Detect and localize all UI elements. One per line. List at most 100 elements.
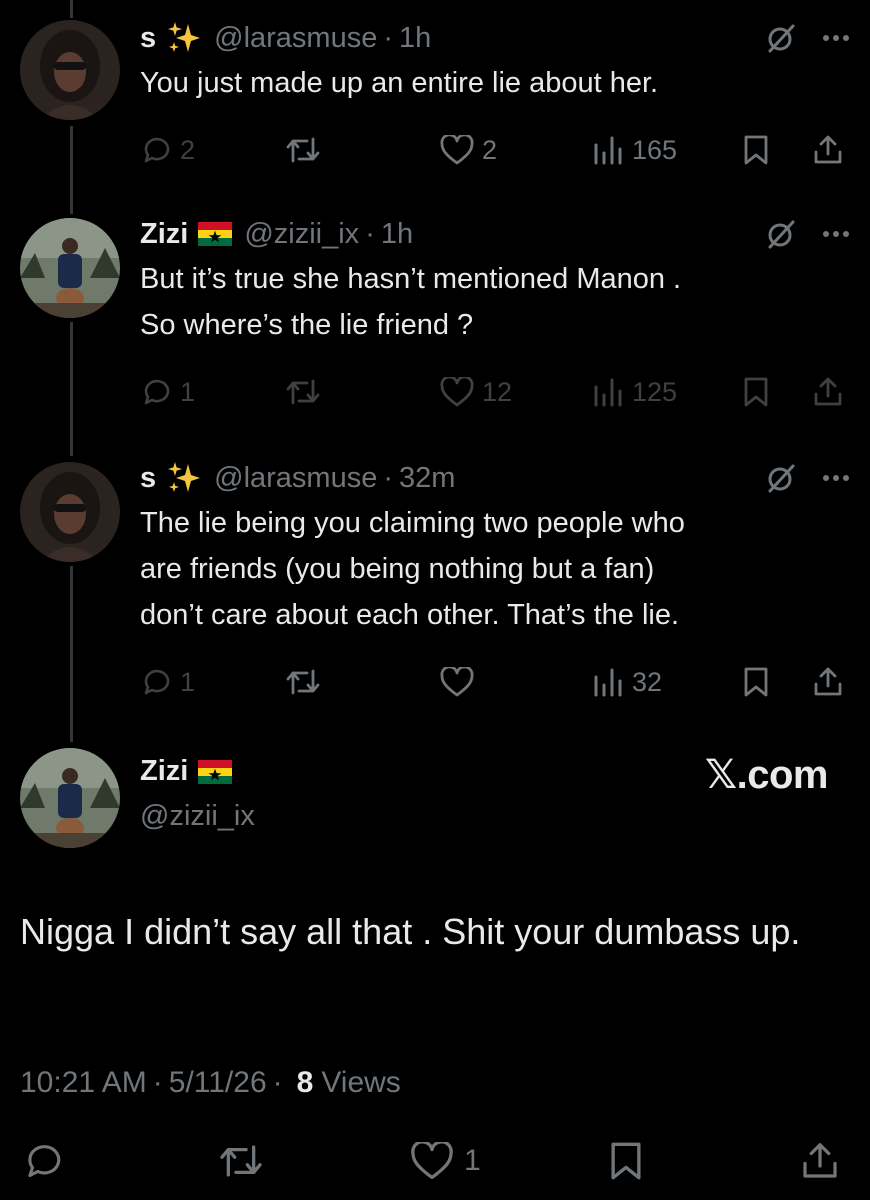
thread-line (70, 0, 73, 18)
tweet-header: s @larasmuse · 32m (140, 458, 850, 498)
more-options-icon[interactable] (822, 34, 850, 42)
reply-button[interactable]: 1 (140, 660, 195, 704)
repost-button[interactable] (218, 1136, 264, 1186)
views-label[interactable]: Views (321, 1066, 400, 1100)
bookmark-icon (608, 1140, 644, 1182)
display-name[interactable]: Zizi (140, 755, 188, 788)
ghana-flag-emoji-icon (198, 222, 233, 246)
views-button[interactable]: 125 (592, 370, 677, 414)
main-tweet-text: Nigga I didn’t say all that . Shit your … (20, 911, 801, 952)
views-count: 32 (632, 666, 663, 697)
heart-icon (440, 135, 474, 165)
reply-icon (140, 666, 172, 698)
sparkles-emoji-icon (166, 460, 202, 496)
thread-line (70, 566, 73, 742)
tweet-text: You just made up an entire lie about her… (140, 67, 659, 99)
share-button[interactable] (812, 128, 844, 172)
separator: · (152, 1066, 163, 1099)
bookmark-button[interactable] (608, 1136, 644, 1186)
main-user-handle[interactable]: @zizii_ix (140, 800, 255, 833)
heart-icon (440, 377, 474, 407)
views-button[interactable]: 32 (592, 660, 662, 704)
sparkles-emoji-icon (166, 20, 202, 56)
grok-icon[interactable] (766, 23, 796, 53)
reply-tweet[interactable]: s @larasmuse · 32m The lie being you cla… (140, 458, 850, 704)
main-tweet-actions: 1 (0, 1136, 870, 1186)
heart-icon (440, 667, 474, 697)
views-count[interactable]: 8 (297, 1066, 314, 1100)
share-icon (812, 376, 844, 408)
grok-icon[interactable] (766, 219, 796, 249)
share-button[interactable] (812, 370, 844, 414)
like-count: 12 (482, 376, 513, 407)
post-time[interactable]: 10:21 AM (20, 1066, 147, 1100)
user-handle[interactable]: @larasmuse (214, 22, 377, 55)
repost-icon (218, 1142, 264, 1180)
bookmark-icon (742, 666, 770, 698)
views-button[interactable]: 165 (592, 128, 677, 172)
more-options-icon[interactable] (822, 474, 850, 482)
repost-icon (285, 135, 321, 165)
reply-count: 2 (180, 134, 196, 165)
repost-icon (285, 377, 321, 407)
repost-button[interactable] (285, 370, 329, 414)
timestamp[interactable]: 32m (399, 462, 455, 495)
avatar-larasmuse[interactable] (20, 462, 120, 562)
separator: · (365, 217, 375, 250)
bookmark-button[interactable] (742, 370, 770, 414)
tweet-header: s @larasmuse · 1h (140, 18, 850, 58)
reply-icon (22, 1140, 64, 1182)
share-icon (800, 1141, 840, 1181)
avatar-zizii[interactable] (20, 218, 120, 318)
tweet-actions: 1 32 (140, 660, 850, 704)
reply-count: 1 (180, 666, 196, 697)
tweet-header: Zizi @zizii_ix · 1h (140, 214, 850, 254)
timestamp[interactable]: 1h (381, 218, 413, 251)
avatar-larasmuse[interactable] (20, 20, 120, 120)
repost-button[interactable] (285, 660, 329, 704)
reply-count: 1 (180, 376, 196, 407)
tweet-actions: 1 12 125 (140, 370, 850, 414)
reply-button[interactable]: 1 (140, 370, 195, 414)
grok-icon[interactable] (766, 463, 796, 493)
avatar-zizii[interactable] (20, 748, 120, 848)
views-chart-icon (592, 135, 624, 165)
ghana-flag-emoji-icon (198, 759, 233, 784)
views-chart-icon (592, 667, 624, 697)
share-button[interactable] (812, 660, 844, 704)
display-name[interactable]: Zizi (140, 218, 188, 251)
timestamp[interactable]: 1h (399, 22, 431, 55)
separator: · (383, 21, 394, 54)
separator: · (383, 461, 394, 494)
share-button[interactable] (800, 1136, 840, 1186)
like-count: 2 (482, 134, 498, 165)
like-button[interactable] (440, 660, 482, 704)
bookmark-icon (742, 376, 770, 408)
bookmark-button[interactable] (742, 128, 770, 172)
like-button[interactable]: 2 (440, 128, 497, 172)
reply-button[interactable]: 2 (140, 128, 195, 172)
reply-icon (140, 376, 172, 408)
tweet-actions: 2 2 165 (140, 128, 850, 172)
display-name[interactable]: s (140, 22, 156, 55)
views-chart-icon (592, 377, 624, 407)
reply-tweet[interactable]: s @larasmuse · 1h You just made up an en… (140, 18, 850, 172)
reply-button[interactable] (22, 1136, 64, 1186)
more-options-icon[interactable] (822, 230, 850, 238)
tweet-text: But it’s true she hasn’t mentioned Manon… (140, 263, 682, 341)
like-button[interactable]: 1 (410, 1136, 481, 1186)
post-date[interactable]: 5/11/26 (169, 1066, 267, 1100)
bookmark-button[interactable] (742, 660, 770, 704)
repost-icon (285, 667, 321, 697)
reply-icon (140, 134, 172, 166)
heart-icon (410, 1142, 454, 1180)
user-handle[interactable]: @larasmuse (214, 462, 377, 495)
like-button[interactable]: 12 (440, 370, 512, 414)
user-handle[interactable]: @zizii_ix (244, 218, 359, 251)
main-display-name[interactable]: Zizi (140, 755, 233, 788)
share-icon (812, 134, 844, 166)
reply-tweet[interactable]: Zizi @zizii_ix · 1h But it’s true she ha… (140, 214, 850, 414)
repost-button[interactable] (285, 128, 329, 172)
bookmark-icon (742, 134, 770, 166)
display-name[interactable]: s (140, 462, 156, 495)
